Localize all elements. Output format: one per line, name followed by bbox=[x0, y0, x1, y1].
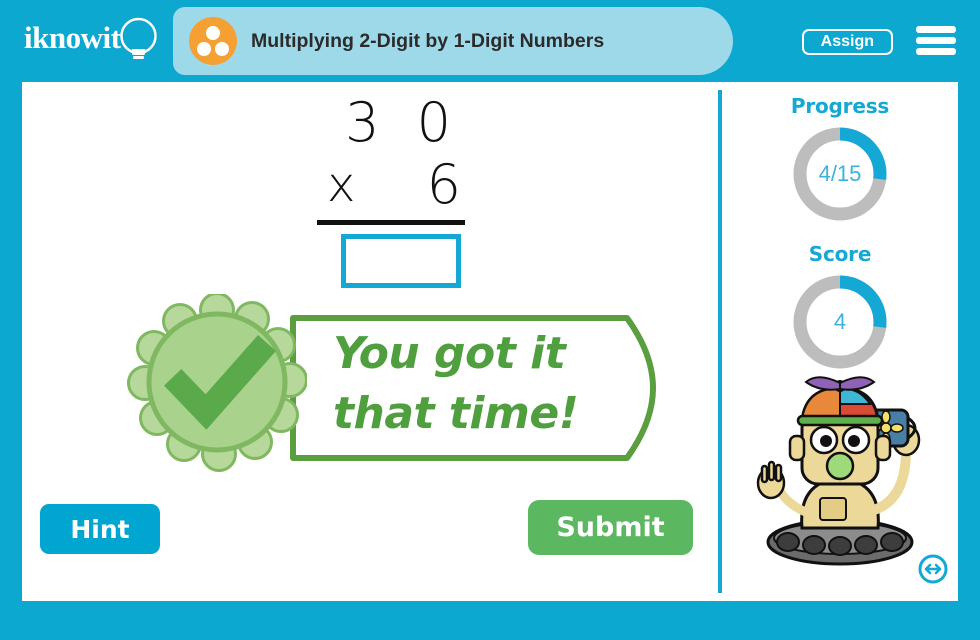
content-panel: 3 0 x 6 You got it that time! Hint Submi… bbox=[22, 82, 958, 601]
score-meter: Score 4 bbox=[722, 242, 958, 374]
hint-button[interactable]: Hint bbox=[40, 504, 160, 554]
question-area: 3 0 x 6 You got it that time! Hint Submi… bbox=[22, 82, 718, 601]
assign-button[interactable]: Assign bbox=[801, 29, 893, 55]
feedback-line-1: You got it bbox=[333, 328, 566, 379]
problem-row-1: 3 0 bbox=[317, 92, 467, 154]
check-rosette-icon bbox=[127, 294, 307, 472]
problem-divider-rule bbox=[317, 220, 465, 225]
submit-button[interactable]: Submit bbox=[528, 500, 693, 555]
menu-bar-1 bbox=[916, 26, 956, 33]
lesson-title-pill: Multiplying 2-Digit by 1-Digit Numbers bbox=[173, 7, 733, 75]
score-label: Score bbox=[808, 242, 872, 266]
score-value: 4 bbox=[833, 309, 847, 334]
feedback-message: You got it that time! bbox=[127, 294, 667, 474]
app-header: iknowit Multiplying 2-Digit by 1-Digit N… bbox=[0, 0, 980, 82]
robot-mascot-with-watering-can bbox=[756, 376, 921, 566]
menu-bar-3 bbox=[916, 48, 956, 55]
dot-top bbox=[206, 26, 220, 40]
feedback-line-2: that time! bbox=[333, 388, 579, 439]
site-logo[interactable]: iknowit bbox=[24, 14, 174, 70]
problem-operator: x bbox=[327, 157, 356, 213]
dot-bottom-left bbox=[197, 42, 211, 56]
lightbulb-icon bbox=[120, 17, 157, 59]
progress-meter: Progress 4/15 bbox=[722, 94, 958, 226]
feedback-text: You got it that time! bbox=[333, 324, 633, 444]
progress-ring: 4/15 bbox=[788, 122, 892, 226]
answer-input[interactable] bbox=[341, 234, 461, 288]
app-window: iknowit Multiplying 2-Digit by 1-Digit N… bbox=[0, 0, 980, 640]
dot-bottom-right bbox=[215, 42, 229, 56]
problem-row-2: x 6 bbox=[317, 154, 467, 216]
progress-value: 4/15 bbox=[818, 161, 862, 186]
site-logo-text: iknowit bbox=[24, 20, 121, 55]
horizontal-resize-arrows-icon[interactable] bbox=[918, 554, 948, 584]
feedback-banner: You got it that time! bbox=[287, 312, 662, 464]
score-ring: 4 bbox=[788, 270, 892, 374]
math-problem: 3 0 x 6 bbox=[317, 92, 467, 288]
lesson-title: Multiplying 2-Digit by 1-Digit Numbers bbox=[251, 29, 605, 52]
problem-operand-1: 3 0 bbox=[345, 91, 461, 154]
progress-label: Progress bbox=[790, 94, 890, 118]
hamburger-menu-icon[interactable] bbox=[916, 24, 956, 58]
menu-bar-2 bbox=[916, 37, 956, 44]
problem-operand-2: 6 bbox=[426, 153, 461, 216]
sidebar: Progress 4/15 Score 4 bbox=[722, 82, 958, 601]
three-dots-circle-icon bbox=[189, 17, 237, 65]
